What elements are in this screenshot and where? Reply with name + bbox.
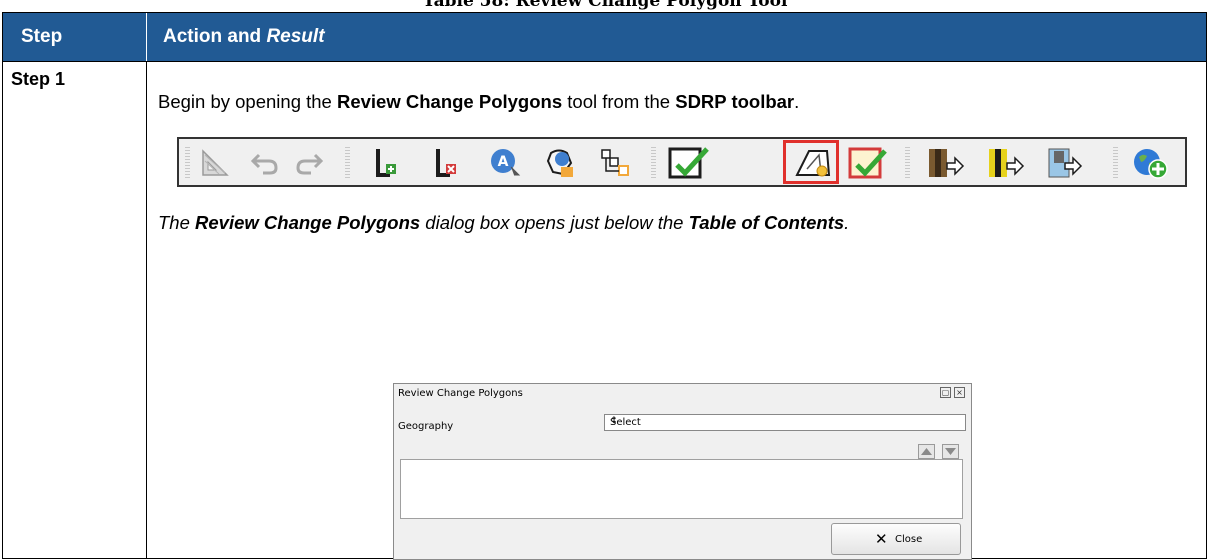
p2-d: Table of Contents	[688, 212, 845, 233]
add-web-service-icon[interactable]	[1131, 147, 1169, 179]
toolbar-grip[interactable]	[905, 147, 910, 179]
search-polygon-icon[interactable]	[545, 147, 577, 179]
toolbar-grip[interactable]	[345, 147, 350, 179]
import-icon[interactable]	[1045, 147, 1085, 179]
add-line-icon[interactable]	[369, 147, 401, 179]
svg-text:A: A	[498, 154, 509, 170]
dialog-title: Review Change Polygons	[398, 388, 523, 399]
table-header: Step Action and Result	[3, 13, 1206, 61]
review-change-polygon-icon[interactable]	[793, 147, 833, 179]
float-icon[interactable]: ▢	[940, 387, 951, 398]
select-arrows-icon: ⇕	[610, 416, 618, 426]
new-polygon-icon[interactable]	[599, 147, 631, 179]
p1-d: SDRP toolbar	[675, 91, 795, 112]
triangle-down-icon	[945, 448, 956, 455]
label-icon[interactable]: A	[489, 147, 521, 179]
triangle-up-icon	[921, 448, 932, 455]
table-caption: Table 58: Review Change Polygon Tool	[422, 0, 788, 11]
p1-c: tool from the	[562, 91, 676, 112]
geography-select[interactable]: Select ⇕	[604, 414, 966, 431]
geography-label: Geography	[398, 421, 454, 432]
toolbar-grip[interactable]	[185, 147, 190, 179]
zip-export-icon[interactable]	[985, 147, 1025, 179]
step-label: Step 1	[11, 69, 66, 89]
p2-e: .	[844, 212, 850, 233]
delete-line-icon[interactable]	[429, 147, 461, 179]
move-down-button[interactable]	[942, 444, 959, 459]
p2-b: Review Change Polygons	[195, 212, 421, 233]
p2-c: dialog box opens just below the	[420, 212, 689, 233]
close-button[interactable]: ✕ Close	[831, 523, 961, 555]
close-x-icon: ✕	[875, 530, 888, 548]
move-up-button[interactable]	[918, 444, 935, 459]
header-result-text: Result	[266, 26, 325, 47]
row-divider	[3, 61, 1206, 62]
close-button-label: Close	[895, 534, 923, 545]
export-icon[interactable]	[925, 147, 965, 179]
validate-icon[interactable]	[667, 147, 711, 179]
redo-icon[interactable]	[293, 147, 325, 179]
p1-b: Review Change Polygons	[336, 91, 563, 112]
close-icon[interactable]: ×	[954, 387, 965, 398]
column-divider	[146, 61, 147, 559]
review-check-icon[interactable]	[847, 147, 887, 179]
review-change-polygons-dialog: Review Change Polygons ▢ × Geography Sele…	[393, 383, 972, 560]
dialog-title-buttons: ▢ ×	[937, 387, 965, 398]
header-action-text: Action and	[163, 26, 267, 47]
result-text: The Review Change Polygons dialog box op…	[158, 212, 849, 234]
header-action: Action and Result	[163, 13, 325, 61]
sdrp-toolbar: A	[177, 137, 1187, 187]
toolbar-grip[interactable]	[1113, 147, 1118, 179]
measure-icon[interactable]	[199, 147, 231, 179]
instruction-text: Begin by opening the Review Change Polyg…	[158, 91, 799, 113]
p1-a: Begin by opening the	[158, 91, 337, 112]
toolbar-grip[interactable]	[651, 147, 656, 179]
undo-icon[interactable]	[249, 147, 281, 179]
header-step: Step	[21, 26, 63, 47]
header-divider	[146, 13, 147, 61]
p2-a: The	[158, 212, 196, 233]
p1-e: .	[794, 91, 800, 112]
results-list[interactable]	[400, 459, 963, 519]
